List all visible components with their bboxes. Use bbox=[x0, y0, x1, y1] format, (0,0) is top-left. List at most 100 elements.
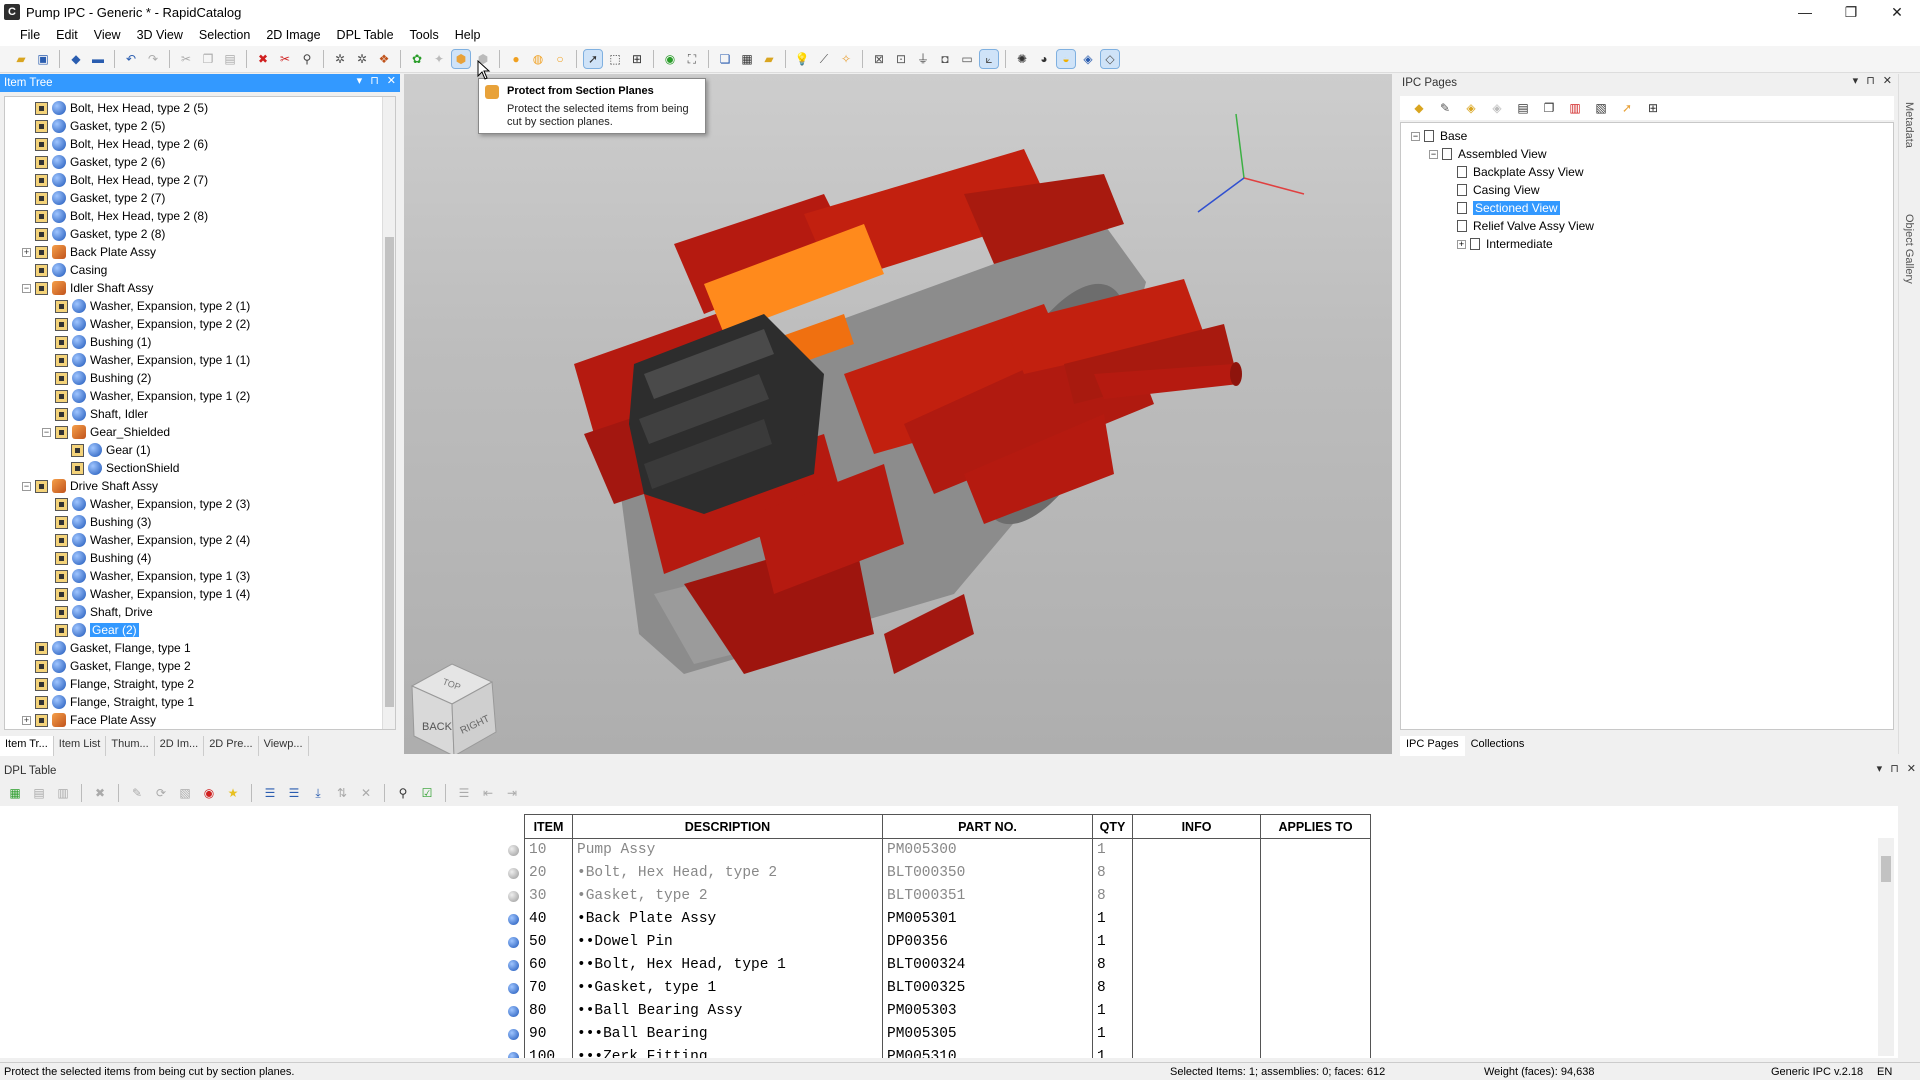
menu-help[interactable]: Help bbox=[447, 28, 489, 42]
tree-item-label[interactable]: Idler Shaft Assy bbox=[70, 281, 153, 295]
visibility-checkbox[interactable] bbox=[55, 533, 68, 547]
panel-close-icon[interactable]: ✕ bbox=[387, 74, 396, 87]
dpl-indent-icon[interactable]: ☰ bbox=[261, 784, 279, 802]
cell-part-no[interactable]: PM005305 bbox=[882, 1022, 1093, 1046]
cube-shaded-icon[interactable]: ◈ bbox=[1079, 50, 1097, 68]
collapse-icon[interactable]: − bbox=[1411, 131, 1420, 141]
cell-part-no[interactable]: PM005301 bbox=[882, 907, 1093, 931]
visibility-checkbox[interactable] bbox=[71, 461, 84, 475]
tab-2d-preview[interactable]: 2D Pre... bbox=[204, 736, 259, 756]
tree-item[interactable]: Bushing (1) bbox=[42, 333, 151, 351]
panel-close-icon[interactable]: ✕ bbox=[1883, 74, 1892, 87]
tree-item[interactable]: Washer, Expansion, type 1 (1) bbox=[42, 351, 250, 369]
open-icon[interactable]: ▰ bbox=[12, 50, 30, 68]
cell-part-no[interactable]: PM005300 bbox=[882, 838, 1093, 862]
tree-item-label[interactable]: Bushing (3) bbox=[90, 515, 151, 529]
dpl-align-right-icon[interactable]: ⇥ bbox=[503, 784, 521, 802]
solid-icon[interactable]: ● bbox=[507, 50, 525, 68]
cell-description[interactable]: •Back Plate Assy bbox=[572, 907, 883, 931]
delete-page-icon[interactable]: ▥ bbox=[1566, 99, 1584, 117]
dpl-outdent-icon[interactable]: ☰ bbox=[285, 784, 303, 802]
table-row[interactable]: 20 •Bolt, Hex Head, type 2 BLT000350 8 bbox=[524, 861, 1371, 885]
visibility-checkbox[interactable] bbox=[35, 119, 48, 133]
structure-icon[interactable]: ⊞ bbox=[1644, 99, 1662, 117]
ipc-tree-label[interactable]: Relief Valve Assy View bbox=[1473, 219, 1594, 233]
tree-item[interactable]: Washer, Expansion, type 1 (4) bbox=[42, 585, 250, 603]
monitor-icon[interactable]: ▬ bbox=[89, 50, 107, 68]
cell-description[interactable]: •••Ball Bearing bbox=[572, 1022, 883, 1046]
tab-item-tree[interactable]: Item Tr... bbox=[0, 736, 54, 756]
view-cube[interactable]: TOP BACK RIGHT bbox=[410, 663, 497, 754]
dpl-check-icon[interactable]: ☑ bbox=[418, 784, 436, 802]
item-tree-scrollbar[interactable] bbox=[382, 97, 395, 729]
tree-item-label[interactable]: Gasket, type 2 (7) bbox=[70, 191, 165, 205]
cell-applies-to[interactable] bbox=[1260, 907, 1371, 931]
dpl-grid-x-icon[interactable]: ▥ bbox=[54, 784, 72, 802]
table-row[interactable]: 100 •••Zerk Fitting PM005310 1 bbox=[524, 1045, 1371, 1058]
cell-info[interactable] bbox=[1132, 976, 1261, 1000]
tab-ipc-pages[interactable]: IPC Pages bbox=[1400, 736, 1465, 756]
tree-item[interactable]: Shaft, Idler bbox=[42, 405, 148, 423]
tree-item[interactable]: Gear (1) bbox=[58, 441, 151, 459]
ipc-tree-label[interactable]: Intermediate bbox=[1486, 237, 1553, 251]
tree-item-label[interactable]: Washer, Expansion, type 2 (3) bbox=[90, 497, 250, 511]
cell-applies-to[interactable] bbox=[1260, 838, 1371, 862]
ipc-tree-label[interactable]: Backplate Assy View bbox=[1473, 165, 1584, 179]
select-region-icon[interactable]: ⬚ bbox=[606, 50, 624, 68]
close-button[interactable]: ✕ bbox=[1874, 0, 1920, 24]
cell-description[interactable]: •Bolt, Hex Head, type 2 bbox=[572, 861, 883, 885]
delete-alt-icon[interactable]: ✂ bbox=[276, 50, 294, 68]
table-row[interactable]: 70 ••Gasket, type 1 BLT000325 8 bbox=[524, 976, 1371, 1000]
cell-description[interactable]: •••Zerk Fitting bbox=[572, 1045, 883, 1058]
visibility-checkbox[interactable] bbox=[35, 659, 48, 673]
globe-icon[interactable]: ◕ bbox=[1035, 50, 1053, 68]
dpl-sheet-icon[interactable]: ▧ bbox=[176, 784, 194, 802]
dpl-move-down-icon[interactable]: ⤓ bbox=[309, 784, 327, 802]
visibility-checkbox[interactable] bbox=[55, 371, 68, 385]
frame-icon[interactable]: ▭ bbox=[958, 50, 976, 68]
cell-qty[interactable]: 1 bbox=[1092, 999, 1133, 1023]
shaded-icon[interactable]: ◒ bbox=[1056, 49, 1076, 69]
light-icon[interactable]: 💡 bbox=[793, 50, 811, 68]
cell-item[interactable]: 10 bbox=[524, 838, 573, 862]
expand-icon[interactable]: + bbox=[22, 715, 31, 725]
pin-icon[interactable]: ⊓ bbox=[370, 74, 379, 87]
ipc-tree-label[interactable]: Base bbox=[1440, 129, 1467, 143]
cell-qty[interactable]: 8 bbox=[1092, 884, 1133, 908]
dpl-sort-icon[interactable]: ⇅ bbox=[333, 784, 351, 802]
tree-item-label[interactable]: Gasket, Flange, type 1 bbox=[70, 641, 191, 655]
cell-info[interactable] bbox=[1132, 1022, 1261, 1046]
table-row[interactable]: 80 ••Ball Bearing Assy PM005303 1 bbox=[524, 999, 1371, 1023]
visibility-checkbox[interactable] bbox=[55, 389, 68, 403]
tree-item[interactable]: Gasket, Flange, type 2 bbox=[22, 657, 191, 675]
tree-item-label[interactable]: Bolt, Hex Head, type 2 (5) bbox=[70, 101, 208, 115]
cell-qty[interactable]: 1 bbox=[1092, 838, 1133, 862]
cell-item[interactable]: 70 bbox=[524, 976, 573, 1000]
visibility-checkbox[interactable] bbox=[55, 623, 68, 637]
tree-item[interactable]: Bolt, Hex Head, type 2 (5) bbox=[22, 99, 208, 117]
cell-info[interactable] bbox=[1132, 953, 1261, 977]
snapshot-icon[interactable]: ▦ bbox=[738, 50, 756, 68]
expand-icon[interactable]: + bbox=[1457, 239, 1466, 249]
panel-menu-icon[interactable]: ▾ bbox=[357, 74, 363, 87]
panel-close-icon[interactable]: ✕ bbox=[1907, 762, 1916, 775]
cell-qty[interactable]: 8 bbox=[1092, 861, 1133, 885]
tree-item-label[interactable]: Casing bbox=[70, 263, 107, 277]
menu-dpl-table[interactable]: DPL Table bbox=[329, 28, 402, 42]
cell-qty[interactable]: 1 bbox=[1092, 1022, 1133, 1046]
tree-item-label[interactable]: SectionShield bbox=[106, 461, 179, 475]
export-page-icon[interactable]: ▧ bbox=[1592, 99, 1610, 117]
cell-description[interactable]: ••Dowel Pin bbox=[572, 930, 883, 954]
tree-item[interactable]: Shaft, Drive bbox=[42, 603, 153, 621]
tree-item[interactable]: + Face Plate Assy bbox=[22, 711, 156, 729]
ipc-tree-item[interactable]: + Intermediate bbox=[1457, 235, 1553, 253]
tree-item-label[interactable]: Washer, Expansion, type 2 (2) bbox=[90, 317, 250, 331]
cell-info[interactable] bbox=[1132, 838, 1261, 862]
menu-3d-view[interactable]: 3D View bbox=[129, 28, 191, 42]
dpl-search-icon[interactable]: ⚲ bbox=[394, 784, 412, 802]
visibility-checkbox[interactable] bbox=[55, 407, 68, 421]
tree-item-label[interactable]: Bolt, Hex Head, type 2 (7) bbox=[70, 173, 208, 187]
tree-item[interactable]: Flange, Straight, type 2 bbox=[22, 675, 194, 693]
tree-item[interactable]: Washer, Expansion, type 1 (3) bbox=[42, 567, 250, 585]
visibility-checkbox[interactable] bbox=[55, 605, 68, 619]
